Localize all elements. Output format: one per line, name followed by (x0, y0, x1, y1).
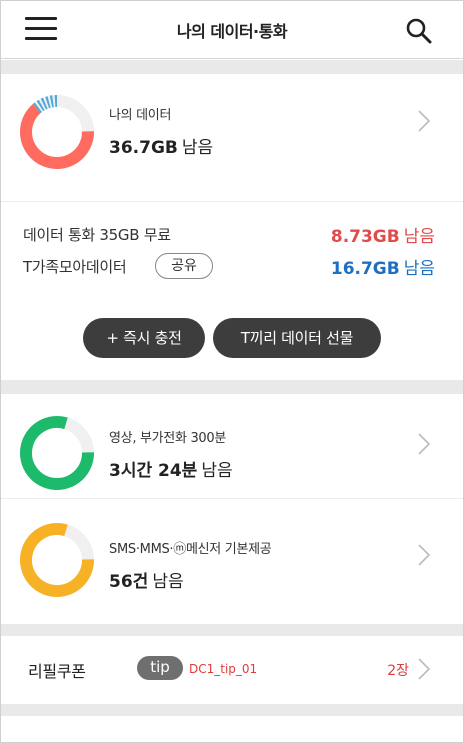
sms-remaining-unit: 남음 (152, 572, 184, 592)
free-data-unit: 남음 (403, 227, 435, 247)
data-gift-button[interactable]: T끼리 데이터 선물 (213, 318, 381, 358)
coupon-count: 2장 (387, 663, 409, 679)
data-card-value: 36.7GB 남음 (109, 133, 213, 158)
page-title: 나의 데이터·통화 (176, 22, 288, 41)
voice-usage-ring (20, 416, 94, 490)
tip-code: DC1_tip_01 (189, 662, 258, 676)
app-header: 나의 데이터·통화 (1, 1, 463, 59)
sms-card-value: 56건 남음 (109, 567, 184, 592)
search-icon[interactable] (405, 17, 433, 45)
app-frame: 나의 데이터·통화 나의 데이터 36.7GB 남음 데이터 통화 35GB 무료… (0, 0, 464, 743)
free-data-label: 데이터 통화 35GB 무료 (23, 226, 171, 244)
sms-usage-ring (20, 523, 94, 597)
sms-remaining-value: 56건 (109, 572, 149, 592)
divider (1, 498, 463, 499)
free-data-remaining: 8.73GB (330, 227, 400, 247)
family-data-amount: 16.7GB 남음 (331, 254, 435, 279)
instant-charge-button[interactable]: + 즉시 충전 (83, 318, 205, 358)
chevron-right-icon[interactable] (417, 657, 431, 681)
divider (1, 201, 463, 202)
free-data-amount: 8.73GB 남음 (331, 222, 435, 247)
refill-coupon-label: 리필쿠폰 (28, 662, 86, 681)
family-data-label: T가족모아데이터 (23, 258, 127, 276)
data-card-label: 나의 데이터 (109, 108, 172, 123)
section-gap (1, 380, 463, 394)
share-button[interactable]: 공유 (155, 253, 213, 279)
chevron-right-icon[interactable] (417, 543, 431, 567)
data-usage-ring (20, 95, 94, 169)
section-gap (1, 704, 463, 716)
data-remaining-value: 36.7GB (109, 138, 178, 158)
family-data-unit: 남음 (403, 259, 435, 279)
voice-remaining-unit: 남음 (201, 461, 233, 481)
section-gap (1, 624, 463, 636)
data-remaining-unit: 남음 (181, 138, 214, 158)
voice-remaining-value: 3시간 24분 (109, 461, 198, 481)
voice-card-value: 3시간 24분 남음 (109, 456, 233, 481)
sms-card-label: SMS·MMS·ⓜ메신저 기본제공 (109, 542, 272, 557)
chevron-right-icon[interactable] (417, 109, 431, 133)
tip-badge: tip (137, 656, 183, 680)
chevron-right-icon[interactable] (417, 432, 431, 456)
voice-card-label: 영상, 부가전화 300분 (109, 431, 227, 446)
section-gap (1, 60, 463, 74)
family-data-remaining: 16.7GB (330, 259, 400, 279)
